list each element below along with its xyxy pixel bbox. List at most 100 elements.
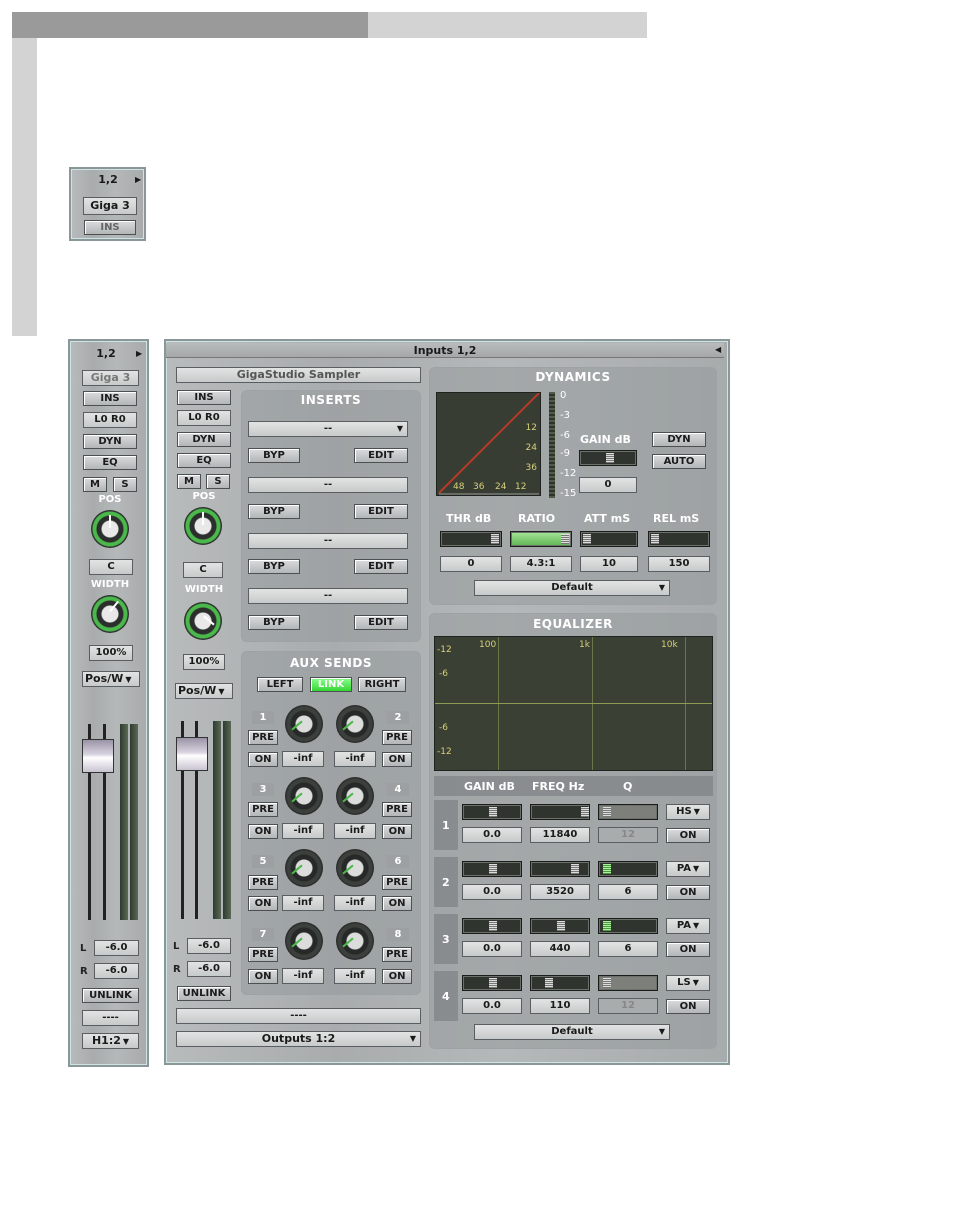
expand-arrow-icon[interactable]: ▶ (136, 349, 142, 358)
thr-value[interactable]: 0 (440, 556, 502, 572)
band-2-freq-slider[interactable] (530, 861, 590, 877)
band-4-type-select[interactable]: LS ▼ (666, 975, 710, 991)
send-4-pre-button[interactable]: PRE (382, 802, 412, 817)
band-3-q-value[interactable]: 6 (598, 941, 658, 957)
insert-slot-3[interactable]: -- (248, 533, 408, 549)
volume-fader-handle[interactable] (176, 737, 208, 771)
send-8-knob[interactable] (336, 922, 374, 960)
band-4-on-button[interactable]: ON (666, 999, 710, 1014)
routing-display[interactable]: L0 R0 (83, 412, 137, 428)
send-3-value[interactable]: -inf (282, 823, 324, 839)
insert-1-edit-button[interactable]: EDIT (354, 448, 408, 463)
send-3-pre-button[interactable]: PRE (248, 802, 278, 817)
band-1-gain-slider[interactable] (462, 804, 522, 820)
width-knob[interactable] (184, 602, 222, 640)
insert-slot-4[interactable]: -- (248, 588, 408, 604)
send-6-value[interactable]: -inf (334, 895, 376, 911)
insert-3-bypass-button[interactable]: BYP (248, 559, 300, 574)
band-1-q-value[interactable]: 12 (598, 827, 658, 843)
send-5-knob[interactable] (285, 849, 323, 887)
send-1-knob[interactable] (285, 705, 323, 743)
band-4-q-slider[interactable] (598, 975, 658, 991)
l-gain-value[interactable]: -6.0 (94, 940, 139, 956)
send-5-on-button[interactable]: ON (248, 896, 278, 911)
gain-value[interactable]: 0 (579, 477, 637, 493)
ins-button[interactable]: INS (84, 220, 136, 235)
band-3-type-select[interactable]: PA ▼ (666, 918, 710, 934)
send-8-on-button[interactable]: ON (382, 969, 412, 984)
insert-1-bypass-button[interactable]: BYP (248, 448, 300, 463)
send-7-pre-button[interactable]: PRE (248, 947, 278, 962)
insert-2-edit-button[interactable]: EDIT (354, 504, 408, 519)
r-gain-value[interactable]: -6.0 (94, 963, 139, 979)
band-2-freq-value[interactable]: 3520 (530, 884, 590, 900)
mute-button[interactable]: M (177, 474, 201, 489)
band-3-freq-value[interactable]: 440 (530, 941, 590, 957)
band-2-on-button[interactable]: ON (666, 885, 710, 900)
solo-button[interactable]: S (113, 477, 137, 492)
send-6-on-button[interactable]: ON (382, 896, 412, 911)
insert-4-bypass-button[interactable]: BYP (248, 615, 300, 630)
pan-knob[interactable] (91, 510, 129, 548)
ratio-slider[interactable] (510, 531, 572, 547)
send-2-on-button[interactable]: ON (382, 752, 412, 767)
band-3-gain-value[interactable]: 0.0 (462, 941, 522, 957)
gain-slider[interactable] (579, 450, 637, 466)
output-select[interactable]: H1:2 ▼ (82, 1033, 139, 1049)
eq-preset-select[interactable]: Default ▼ (474, 1024, 670, 1040)
solo-button[interactable]: S (206, 474, 230, 489)
send-2-value[interactable]: -inf (334, 751, 376, 767)
r-gain-value[interactable]: -6.0 (187, 961, 231, 977)
band-2-q-value[interactable]: 6 (598, 884, 658, 900)
l-gain-value[interactable]: -6.0 (187, 938, 231, 954)
send-4-value[interactable]: -inf (334, 823, 376, 839)
source-name[interactable]: GigaStudio Sampler (176, 367, 421, 383)
band-1-type-select[interactable]: HS ▼ (666, 804, 710, 820)
send-5-value[interactable]: -inf (282, 895, 324, 911)
aux-left-button[interactable]: LEFT (257, 677, 303, 692)
send-1-pre-button[interactable]: PRE (248, 730, 278, 745)
band-4-q-value[interactable]: 12 (598, 998, 658, 1014)
dynamics-preset-select[interactable]: Default ▼ (474, 580, 670, 596)
aux-right-button[interactable]: RIGHT (358, 677, 406, 692)
thr-slider[interactable] (440, 531, 502, 547)
band-2-gain-slider[interactable] (462, 861, 522, 877)
ins-button[interactable]: INS (177, 390, 231, 405)
insert-2-bypass-button[interactable]: BYP (248, 504, 300, 519)
collapse-arrow-icon[interactable]: ◀ (715, 345, 721, 354)
insert-3-edit-button[interactable]: EDIT (354, 559, 408, 574)
routing-display[interactable]: L0 R0 (177, 410, 231, 426)
rel-value[interactable]: 150 (648, 556, 710, 572)
send-7-value[interactable]: -inf (282, 968, 324, 984)
eq-button[interactable]: EQ (83, 455, 137, 470)
band-3-freq-slider[interactable] (530, 918, 590, 934)
send-6-knob[interactable] (336, 849, 374, 887)
send-7-on-button[interactable]: ON (248, 969, 278, 984)
auto-button[interactable]: AUTO (652, 454, 706, 469)
volume-fader-handle[interactable] (82, 739, 114, 773)
pan-mode-select[interactable]: Pos/W ▼ (175, 683, 233, 699)
band-2-type-select[interactable]: PA ▼ (666, 861, 710, 877)
ins-button[interactable]: INS (83, 391, 137, 406)
send-2-pre-button[interactable]: PRE (382, 730, 412, 745)
send-3-on-button[interactable]: ON (248, 824, 278, 839)
band-4-freq-slider[interactable] (530, 975, 590, 991)
aux-link-button[interactable]: LINK (310, 677, 352, 692)
band-3-gain-slider[interactable] (462, 918, 522, 934)
band-4-gain-slider[interactable] (462, 975, 522, 991)
send-2-knob[interactable] (336, 705, 374, 743)
dyn-button[interactable]: DYN (177, 432, 231, 447)
unlink-button[interactable]: UNLINK (177, 986, 231, 1001)
send-6-pre-button[interactable]: PRE (382, 875, 412, 890)
output-select[interactable]: Outputs 1:2 ▼ (176, 1031, 421, 1047)
channel-name[interactable]: Giga 3 (82, 370, 139, 386)
send-7-knob[interactable] (285, 922, 323, 960)
band-1-on-button[interactable]: ON (666, 828, 710, 843)
send-8-pre-button[interactable]: PRE (382, 947, 412, 962)
send-1-on-button[interactable]: ON (248, 752, 278, 767)
insert-4-edit-button[interactable]: EDIT (354, 615, 408, 630)
send-1-value[interactable]: -inf (282, 751, 324, 767)
send-3-knob[interactable] (285, 777, 323, 815)
send-4-on-button[interactable]: ON (382, 824, 412, 839)
expand-arrow-icon[interactable]: ▶ (135, 175, 141, 184)
